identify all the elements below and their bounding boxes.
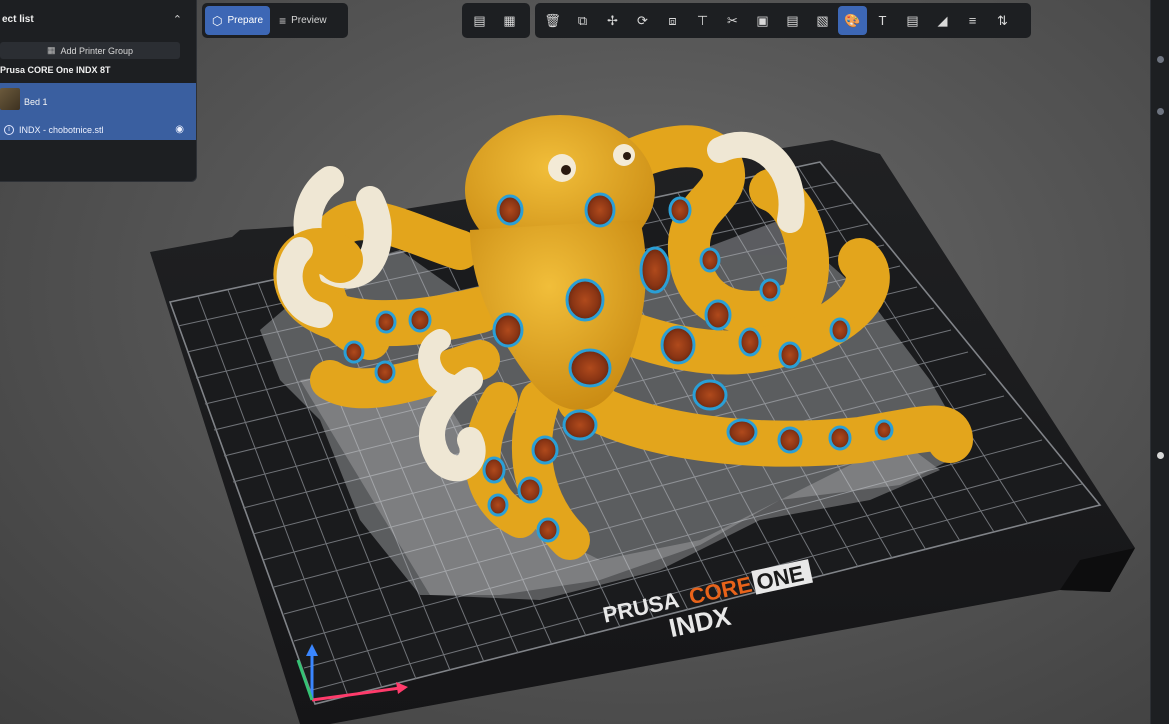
object-list-header[interactable]: ect list ⌃ (0, 0, 196, 38)
chevron-up-icon[interactable]: ⌃ (173, 13, 182, 26)
fuzzy-icon[interactable]: ▧ (808, 6, 837, 35)
place-on-face-icon[interactable]: ⊤ (688, 6, 717, 35)
add-printer-group-button[interactable]: ▦ Add Printer Group (0, 42, 180, 59)
object-file-label: INDX - chobotnice.stl (19, 124, 104, 135)
object-list-title: ect list (2, 13, 34, 25)
assembly-icon[interactable]: ≡ (958, 6, 987, 35)
arrange-icon[interactable]: ▦ (495, 6, 524, 35)
mode-switch: ⬡ Prepare ≡ Preview (202, 3, 348, 38)
panel-dot-icon[interactable] (1157, 108, 1164, 115)
tab-prepare-label: Prepare (227, 15, 264, 26)
cube-icon: ⬡ (212, 13, 223, 28)
panel-dot-icon[interactable] (1157, 452, 1164, 459)
variable-height-icon[interactable]: ⇅ (988, 6, 1017, 35)
copy-icon[interactable]: ⧉ (568, 6, 597, 35)
add-group-icon: ▦ (46, 45, 56, 55)
tab-preview-label: Preview (291, 15, 327, 26)
right-settings-panel (1150, 0, 1169, 724)
printer-name: Prusa CORE One INDX 8T (0, 65, 111, 75)
paint-icon[interactable]: 🎨 (838, 6, 867, 35)
import-icon[interactable]: ▤ (465, 6, 494, 35)
object-item[interactable]: i INDX - chobotnice.stl ◉ (4, 124, 184, 135)
object-list-panel: ect list ⌃ ▦ Add Printer Group Prusa COR… (0, 0, 197, 182)
delete-icon[interactable]: 🗑 (538, 6, 567, 35)
tab-preview[interactable]: ≡ Preview (272, 6, 334, 35)
tools-toolbar: 🗑 ⧉ ✢ ⟳ ⧈ ⊤ ✂ ▣ ▤ ▧ 🎨 T ▤ ◢ ≡ ⇅ (535, 3, 1031, 38)
move-icon[interactable]: ✢ (598, 6, 627, 35)
layers-stack-icon: ≡ (279, 13, 287, 28)
panel-dot-icon[interactable] (1157, 56, 1164, 63)
scale-icon[interactable]: ⧈ (658, 6, 687, 35)
add-printer-group-label: Add Printer Group (60, 45, 134, 56)
seam-icon[interactable]: ▤ (778, 6, 807, 35)
support-icon[interactable]: ▣ (748, 6, 777, 35)
info-icon: i (4, 124, 14, 135)
bed-item[interactable]: Bed 1 i INDX - chobotnice.stl ◉ (0, 83, 196, 140)
file-toolbar: ▤ ▦ (462, 3, 530, 38)
bed-thumbnail (0, 88, 20, 110)
measure-icon[interactable]: ◢ (928, 6, 957, 35)
globe-icon[interactable]: ◉ (175, 124, 184, 135)
bed-label: Bed 1 (24, 97, 48, 107)
text-icon[interactable]: T (868, 6, 897, 35)
tab-prepare[interactable]: ⬡ Prepare (205, 6, 271, 35)
layers-icon[interactable]: ▤ (898, 6, 927, 35)
rotate-icon[interactable]: ⟳ (628, 6, 657, 35)
cut-icon[interactable]: ✂ (718, 6, 747, 35)
